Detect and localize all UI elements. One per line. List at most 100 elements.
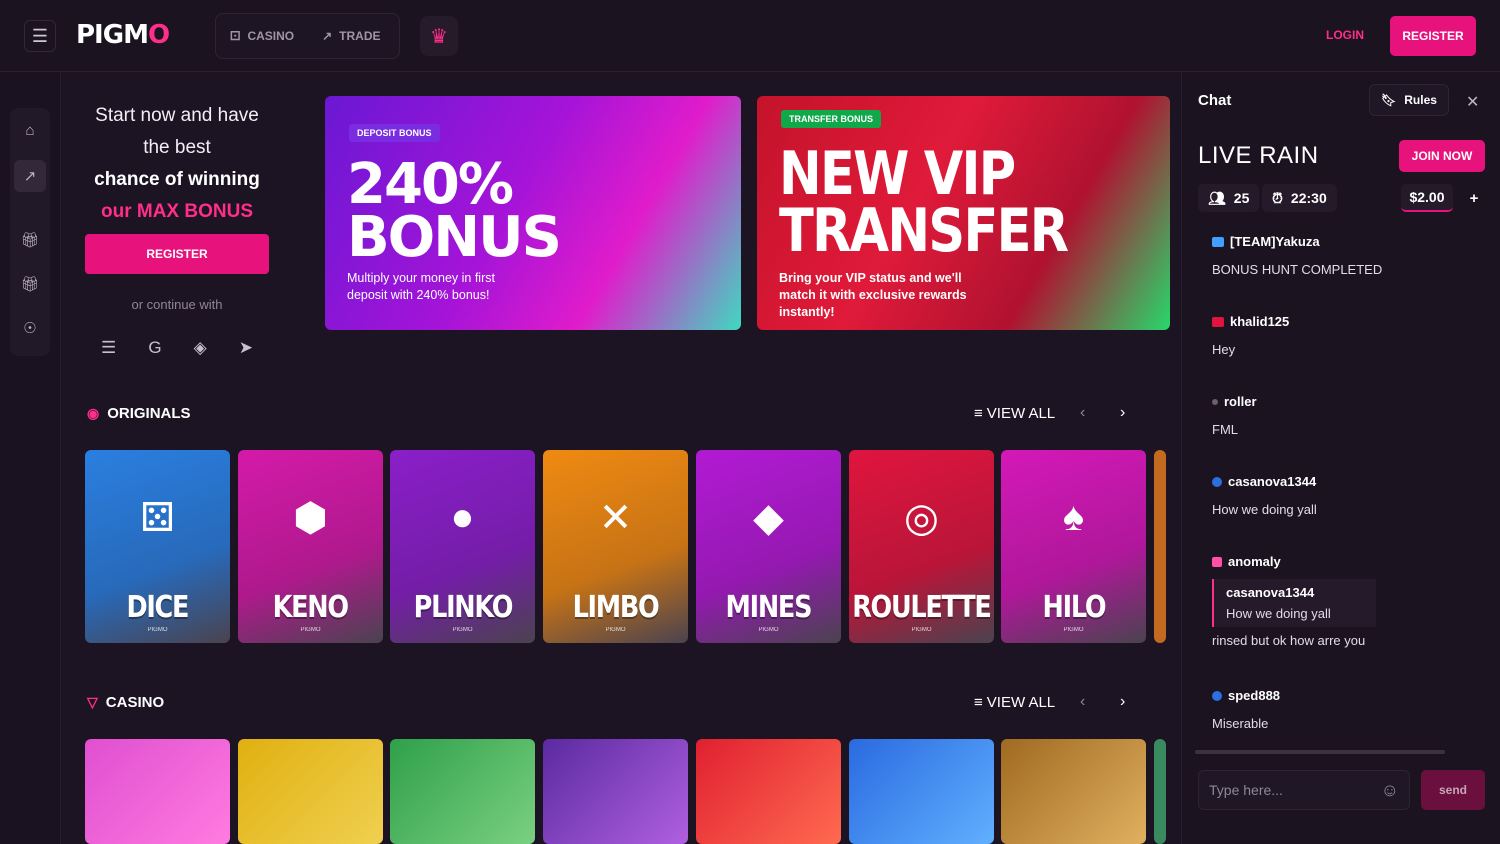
casino-prev-button[interactable]: ‹: [1080, 693, 1085, 711]
chat-user[interactable]: sped888: [1212, 688, 1472, 703]
chat-user[interactable]: casanova1344: [1212, 474, 1472, 489]
game-studio: PIGMO: [911, 627, 932, 633]
close-chat-button[interactable]: ✕: [1466, 92, 1479, 112]
casino-next-button[interactable]: ›: [1120, 693, 1125, 711]
original-game-card-mines[interactable]: ◆ MINES PIGMO: [696, 450, 841, 643]
social-login: ☰ G ◈ ➤: [85, 338, 269, 358]
logo[interactable]: PIGMO: [76, 20, 170, 50]
casino-game-card-partial[interactable]: [1154, 739, 1166, 844]
vip-transfer-banner[interactable]: TRANSFER BONUS NEW VIP TRANSFER Bring you…: [757, 96, 1170, 330]
quoted-reply: casanova1344 How we doing yall: [1212, 579, 1376, 627]
chart-icon: ↗: [322, 29, 333, 43]
chat-text: Hey: [1212, 342, 1236, 357]
banner-title-line-1: NEW VIP: [779, 139, 1016, 209]
login-link[interactable]: LOGIN: [1326, 28, 1364, 42]
game-name: DICE: [126, 590, 190, 625]
register-button[interactable]: REGISTER: [1390, 16, 1476, 56]
game-art-icon: ⚄: [140, 495, 175, 540]
original-game-card-keno[interactable]: ⬢ KENO PIGMO: [238, 450, 383, 643]
ruby-icon: [1212, 316, 1224, 327]
game-studio: PIGMO: [300, 627, 321, 633]
original-game-card-dice[interactable]: ⚄ DICE PIGMO: [85, 450, 230, 643]
menu-icon[interactable]: ☰: [101, 338, 116, 358]
rules-label: Rules: [1404, 93, 1437, 107]
hamburger-menu-button[interactable]: ☰: [24, 20, 56, 52]
casino-game-card[interactable]: [238, 739, 383, 844]
emoji-icon[interactable]: ☺: [1381, 780, 1399, 801]
gift-icon: 🎁︎: [20, 232, 40, 249]
chat-username: roller: [1224, 394, 1257, 409]
original-game-card-limbo[interactable]: ✕ LIMBO PIGMO: [543, 450, 688, 643]
chat-user[interactable]: roller: [1212, 394, 1472, 409]
continue-with-label: or continue with: [131, 297, 223, 312]
banner-title: NEW VIP TRANSFER: [779, 139, 1069, 266]
nav-casino[interactable]: ⚀ CASINO: [230, 29, 294, 43]
chat-user[interactable]: anomaly: [1212, 554, 1472, 569]
rewards-button[interactable]: 🎁︎: [14, 268, 46, 300]
chat-input[interactable]: Type here... ☺: [1198, 770, 1410, 810]
banner-title-line-2: TRANSFER: [779, 196, 1069, 266]
join-rain-button[interactable]: JOIN NOW: [1399, 140, 1485, 172]
trade-button[interactable]: ↗: [14, 160, 46, 192]
casino-view-all[interactable]: ≡ VIEW ALL: [974, 694, 1055, 711]
banner-tag: DEPOSIT BONUS: [349, 124, 440, 142]
banner-title-line-2: BONUS: [347, 205, 562, 271]
chat-user[interactable]: khalid125: [1212, 314, 1472, 329]
gift-button[interactable]: 🎁︎: [14, 224, 46, 256]
chat-message: khalid125 Hey: [1212, 314, 1472, 357]
casino-game-card[interactable]: [85, 739, 230, 844]
bookmark-icon: 🔖︎: [1381, 93, 1397, 107]
add-to-rain-button[interactable]: +: [1462, 184, 1486, 212]
google-icon[interactable]: G: [148, 338, 161, 358]
originals-view-all[interactable]: ≡ VIEW ALL: [974, 405, 1055, 422]
casino-title: CASINO: [105, 694, 165, 711]
casino-game-card[interactable]: [849, 739, 994, 844]
vip-crown-button[interactable]: ♛: [420, 16, 458, 56]
metamask-icon[interactable]: ◈: [194, 338, 207, 358]
rain-amount: $2.00: [1401, 184, 1453, 212]
promo-line-1: Start now and have: [95, 105, 259, 126]
banner-subtitle: Multiply your money in first deposit wit…: [347, 271, 495, 302]
chat-text: FML: [1212, 422, 1238, 437]
original-game-card-plinko[interactable]: ● PLINKO PIGMO: [390, 450, 535, 643]
chat-scrollbar[interactable]: [1195, 750, 1445, 754]
chat-title: Chat: [1198, 92, 1232, 109]
gift-icon: 🎁︎: [20, 276, 40, 293]
signup-promo: Start now and have the best chance of wi…: [85, 100, 269, 228]
crown-icon: ♛: [430, 25, 448, 48]
deposit-bonus-banner[interactable]: DEPOSIT BONUS 240% BONUS Multiply your mo…: [325, 96, 741, 330]
rules-button[interactable]: 🔖︎ Rules: [1369, 84, 1449, 116]
home-icon: ⌂: [25, 121, 35, 139]
game-studio: PIGMO: [1063, 627, 1084, 633]
support-button[interactable]: ☉: [14, 312, 46, 344]
home-button[interactable]: ⌂: [14, 114, 46, 146]
original-game-card-partial[interactable]: [1154, 450, 1166, 643]
casino-game-card[interactable]: [1001, 739, 1146, 844]
chat-message: sped888 Miserable: [1212, 688, 1472, 731]
chat-user[interactable]: [TEAM]Yakuza: [1212, 234, 1472, 249]
telegram-icon[interactable]: ➤: [239, 338, 253, 358]
promo-register-button[interactable]: REGISTER: [85, 234, 269, 274]
send-button[interactable]: send: [1421, 770, 1485, 810]
nav-trade[interactable]: ↗ TRADE: [322, 29, 380, 43]
casino-game-card[interactable]: [696, 739, 841, 844]
original-game-card-hilo[interactable]: ♠ HILO PIGMO: [1001, 450, 1146, 643]
banner-title-line-1: 240%: [347, 152, 514, 217]
rain-user-count: 25: [1233, 190, 1250, 206]
casino-game-card[interactable]: [390, 739, 535, 844]
game-name: LIMBO: [572, 590, 660, 625]
menu-icon: ☰: [31, 25, 49, 46]
nav-trade-label: TRADE: [339, 29, 381, 43]
reply-username: casanova1344: [1226, 585, 1315, 600]
originals-prev-button[interactable]: ‹: [1080, 404, 1085, 422]
casino-game-card[interactable]: [543, 739, 688, 844]
game-name: ROULETTE: [852, 590, 992, 625]
list-icon: ≡: [974, 694, 983, 711]
originals-next-button[interactable]: ›: [1120, 404, 1125, 422]
chat-text: How we doing yall: [1212, 502, 1317, 517]
original-game-card-roulette[interactable]: ◎ ROULETTE PIGMO: [849, 450, 994, 643]
promo-line-4: our MAX BONUS: [101, 201, 253, 222]
chat-message: casanova1344 How we doing yall: [1212, 474, 1472, 517]
gem-icon: [1212, 556, 1222, 567]
rain-users: 👥︎ 25: [1198, 184, 1260, 212]
